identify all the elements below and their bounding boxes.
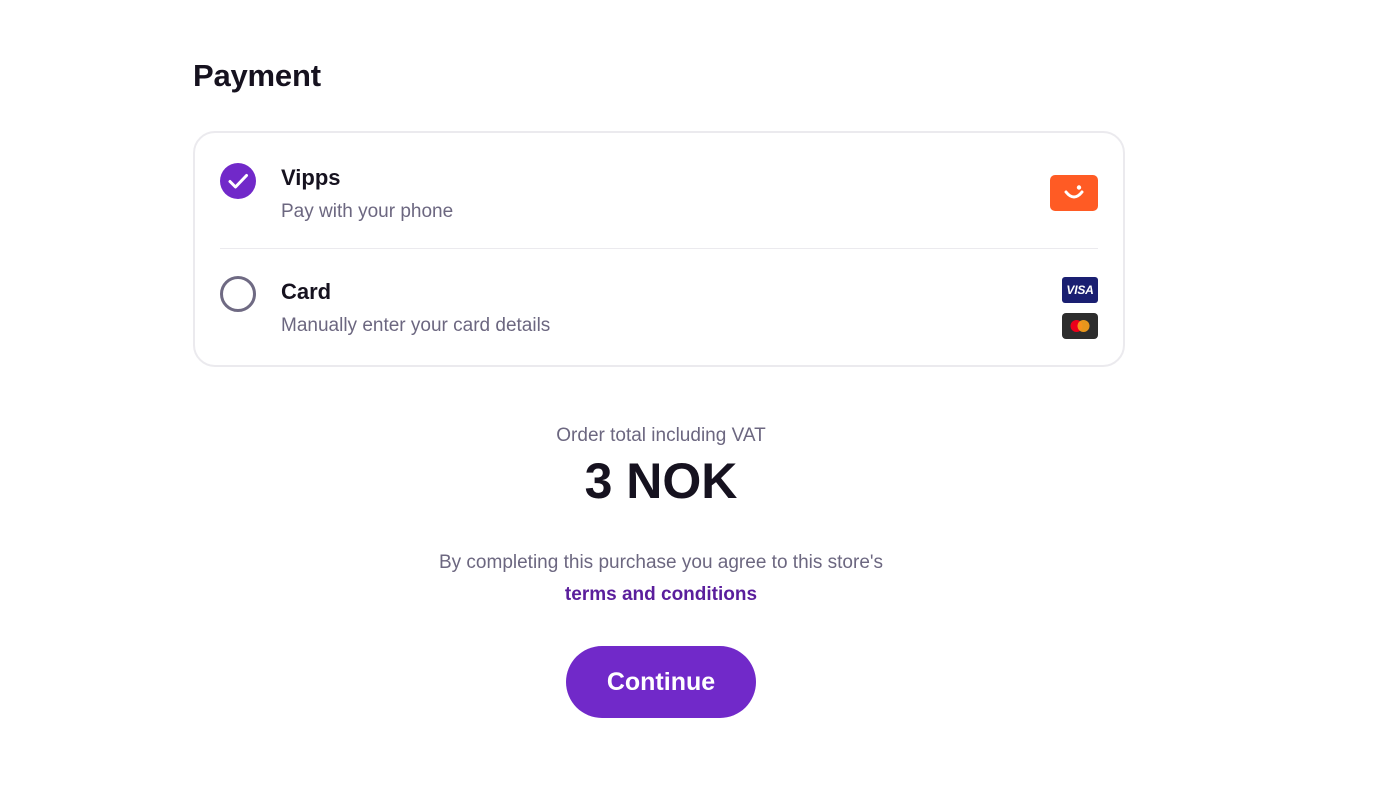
payment-method-card[interactable]: Card Manually enter your card details VI… (195, 249, 1123, 367)
order-total-label: Order total including VAT (556, 425, 766, 446)
agreement-text: By completing this purchase you agree to… (438, 552, 884, 573)
vipps-title: Vipps (281, 165, 341, 190)
vipps-radio-checked-icon[interactable] (220, 163, 256, 199)
vipps-logo-icon (1050, 175, 1098, 211)
page-title: Payment (193, 58, 321, 93)
payment-methods-box: Vipps Pay with your phone Card Manually … (193, 131, 1125, 367)
terms-and-conditions-link[interactable]: terms and conditions (0, 584, 1322, 606)
visa-logo-icon: VISA (1062, 277, 1098, 303)
card-radio-unchecked-icon[interactable] (220, 276, 256, 312)
vipps-description: Pay with your phone (281, 201, 454, 222)
order-total-amount: 3 NOK (584, 453, 738, 509)
payment-page: Payment Vipps Pay with your phone Card M… (0, 0, 1396, 788)
continue-button[interactable]: Continue (566, 646, 756, 718)
card-description: Manually enter your card details (281, 315, 551, 336)
mastercard-logo-icon (1062, 313, 1098, 339)
payment-method-vipps[interactable]: Vipps Pay with your phone (195, 133, 1123, 249)
card-title: Card (281, 279, 332, 304)
